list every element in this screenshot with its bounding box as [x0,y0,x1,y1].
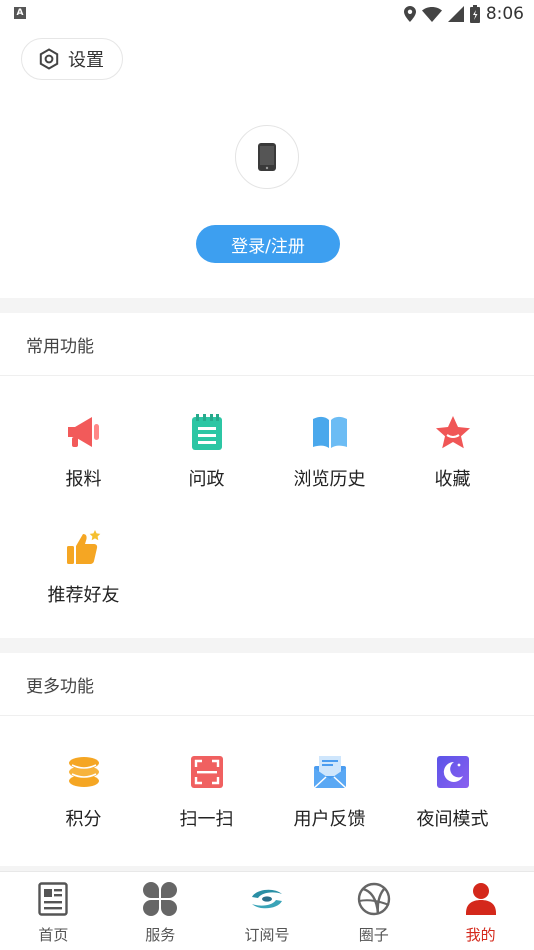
tab-services[interactable]: 服务 [107,872,214,950]
feature-label: 扫一扫 [179,809,234,830]
tab-label: 圈子 [358,926,389,944]
settings-button[interactable]: 设置 [21,38,123,80]
common-features-section: 常用功能 报料 问政 浏览历史 收藏 推荐好友 [0,313,534,638]
thumbs-up-icon [66,530,100,564]
tab-label: 服务 [145,926,176,944]
moon-icon [436,756,469,788]
globe-icon [357,882,390,916]
notepad-icon [191,414,222,450]
feature-label: 收藏 [434,469,471,490]
signal-icon [447,6,464,22]
subscribe-icon [251,889,282,909]
feature-favorites[interactable]: 收藏 [391,386,514,502]
battery-icon [469,5,480,23]
location-icon [403,6,416,22]
scan-icon [190,756,223,788]
tab-label: 我的 [465,926,496,944]
status-bar: A 8:06 [0,0,534,28]
coins-icon [68,757,99,787]
phone-icon [258,143,276,171]
tab-home[interactable]: 首页 [0,872,107,950]
feature-label: 浏览历史 [293,469,366,490]
login-register-button[interactable]: 登录/注册 [196,225,340,263]
open-book-icon [312,416,347,448]
feature-label: 积分 [65,809,102,830]
newspaper-icon [38,882,69,916]
feature-inquiry[interactable]: 问政 [145,386,268,502]
mail-icon [313,756,346,788]
megaphone-icon [67,417,99,447]
settings-label: 设置 [68,50,104,71]
feature-feedback[interactable]: 用户反馈 [268,726,391,842]
tab-subscriptions[interactable]: 订阅号 [214,872,321,950]
star-icon [435,416,470,449]
feature-label: 夜间模式 [416,809,489,830]
wifi-icon [421,6,442,22]
feature-points[interactable]: 积分 [22,726,145,842]
tab-circle[interactable]: 圈子 [320,872,427,950]
more-features-section: 更多功能 积分 扫一扫 用户反馈 夜间模式 [0,653,534,866]
section-title-more: 更多功能 [0,653,534,716]
section-title-common: 常用功能 [0,313,534,376]
feature-report[interactable]: 报料 [22,386,145,502]
feature-label: 推荐好友 [47,585,120,606]
tab-label: 订阅号 [244,926,290,944]
feature-night-mode[interactable]: 夜间模式 [391,726,514,842]
feature-scan[interactable]: 扫一扫 [145,726,268,842]
status-indicators: 8:06 [403,3,524,25]
status-time: 8:06 [485,4,524,24]
feature-recommend-friends[interactable]: 推荐好友 [22,502,145,618]
gear-icon [39,48,59,70]
profile-header: 设置 登录/注册 [0,28,534,298]
feature-label: 用户反馈 [293,809,366,830]
bottom-tab-bar: 首页 服务 订阅号 圈子 我的 [0,871,534,950]
avatar[interactable] [235,125,299,189]
feature-history[interactable]: 浏览历史 [268,386,391,502]
feature-label: 报料 [65,469,102,490]
tab-label: 首页 [38,926,69,944]
tab-mine[interactable]: 我的 [427,872,534,950]
feature-label: 问政 [188,469,225,490]
user-icon [465,883,496,915]
notification-badge: A [14,7,26,19]
grid-icon [143,882,178,916]
